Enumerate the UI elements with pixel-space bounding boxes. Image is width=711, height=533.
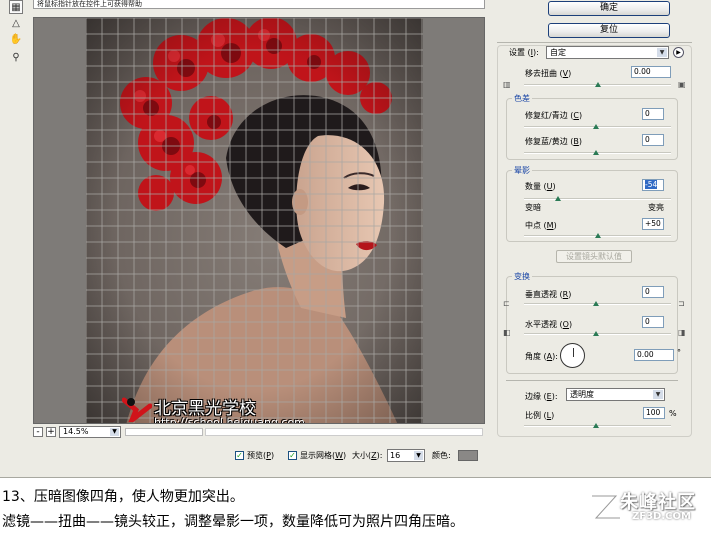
watermark: 北京黑光学校 http://school.heiguang.com [122,394,362,424]
site-url: ZF3D.COM [632,511,691,522]
school-logo-icon [122,397,152,422]
grid-size-select[interactable]: 16 ▼ [387,449,425,462]
portrait-photo [86,18,423,423]
show-grid-label: 显示网格(W) [300,451,347,460]
show-grid-checkbox[interactable]: ✓ [288,451,297,460]
help-hint-bar: 将鼠标指针放在控件上可获得帮助 [33,0,485,9]
caption-line-1: 13、压暗图像四角，使人物更加突出。 [2,489,244,505]
grid-color-label: 颜色: [432,451,451,460]
lens-correction-dialog: ▦ △ ✋ ⚲ 将鼠标指针放在控件上可获得帮助 北京黑光学校 http://sc… [0,0,711,478]
zoom-bar: - + 14.5% ▼ [33,425,485,439]
chevron-down-icon: ▼ [414,451,423,460]
site-logo: 朱峰社区 ZF3D.COM [586,484,708,528]
preview-area[interactable]: 北京黑光学校 http://school.heiguang.com [33,17,485,424]
zoom-select[interactable]: 14.5% ▼ [59,426,121,438]
chevron-down-icon: ▼ [110,428,119,436]
remove-distortion-tool-icon[interactable]: ▦ [9,0,23,14]
reset-button[interactable]: 复位 [548,23,670,38]
zoom-in-button[interactable]: + [46,427,56,437]
grid-color-swatch[interactable] [458,450,478,461]
ok-button[interactable]: 确定 [548,1,670,16]
zoom-out-button[interactable]: - [33,427,43,437]
hand-tool-icon[interactable]: ✋ [9,32,23,46]
straighten-tool-icon[interactable]: △ [9,16,23,30]
grid-size-value: 16 [390,451,401,460]
preview-label: 预览(P) [247,451,275,460]
preview-checkbox[interactable]: ✓ [235,451,244,460]
grid-size-label: 大小(Z): [352,451,383,460]
tutorial-caption: 13、压暗图像四角，使人物更加突出。 滤镜——扭曲——镜头较正，调整晕影一项，数… [0,484,711,533]
toolbar: ▦ △ ✋ ⚲ [0,0,26,86]
zoom-value: 14.5% [63,427,89,436]
options-panel [497,45,692,437]
preview-options: ✓ 预览(P) ✓ 显示网格(W) 大小(Z): 16 ▼ 颜色: [235,449,495,463]
watermark-url: http://school.heiguang.com [154,416,305,424]
divider [497,42,692,43]
horizontal-scrollbar-thumb[interactable] [125,428,203,436]
alignment-grid [86,18,423,423]
zoom-tool-icon[interactable]: ⚲ [9,50,23,64]
caption-line-2: 滤镜——扭曲——镜头较正，调整晕影一项，数量降低可为照片四角压暗。 [2,514,464,530]
horizontal-scrollbar-track[interactable] [205,428,483,436]
